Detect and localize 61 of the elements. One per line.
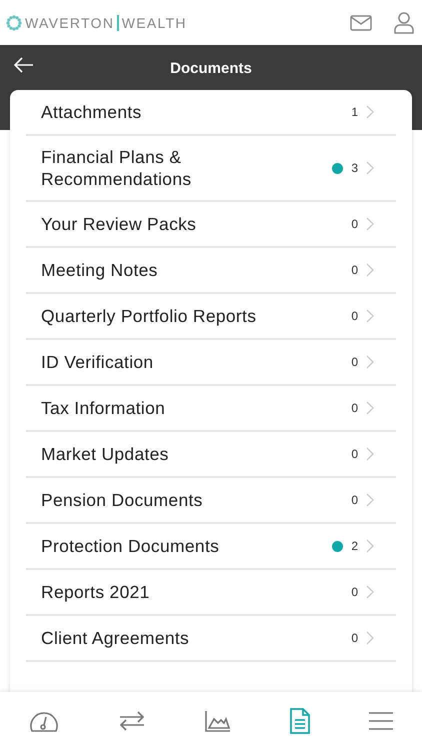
area-chart-icon (204, 710, 231, 732)
document-count: 3 (351, 161, 358, 175)
chevron-icon (366, 493, 374, 507)
document-category-item[interactable]: Meeting Notes 0 (26, 248, 396, 294)
user-icon[interactable] (394, 12, 414, 34)
document-count: 0 (351, 447, 358, 461)
page-title: Documents (170, 60, 252, 77)
chevron-icon (366, 539, 374, 553)
chevron-icon (366, 263, 374, 277)
category-label: Market Updates (41, 443, 170, 465)
document-count: 0 (351, 585, 358, 599)
document-count: 1 (351, 105, 358, 119)
document-category-item[interactable]: ID Verification 0 (26, 340, 396, 386)
category-label: Financial Plans & Recommendations (41, 146, 192, 190)
chevron-icon (366, 105, 374, 119)
category-label: Attachments (41, 101, 143, 123)
document-count: 0 (351, 631, 358, 645)
back-button[interactable] (12, 55, 36, 75)
document-icon (290, 708, 310, 734)
document-category-item[interactable]: Quarterly Portfolio Reports 0 (26, 294, 396, 340)
document-count: 0 (351, 263, 358, 277)
document-category-item[interactable]: Protection Documents 2 (26, 524, 396, 570)
category-label: Quarterly Portfolio Reports (41, 305, 258, 327)
document-category-item[interactable]: Tax Information 0 (26, 386, 396, 432)
chevron-icon (366, 585, 374, 599)
document-count: 0 (351, 355, 358, 369)
chevron-icon (366, 217, 374, 231)
document-category-item[interactable]: Market Updates 0 (26, 432, 396, 478)
category-label: Reports 2021 (41, 581, 151, 603)
document-count: 0 (351, 309, 358, 323)
category-label: Tax Information (41, 397, 166, 419)
document-count: 2 (351, 539, 358, 553)
logo-icon (6, 14, 22, 30)
document-category-item[interactable]: Reports 2021 0 (26, 570, 396, 616)
chevron-icon (366, 631, 374, 645)
category-label: Pension Documents (41, 489, 204, 511)
document-count: 0 (351, 217, 358, 231)
gauge-icon (29, 709, 60, 733)
document-category-item[interactable]: Attachments 1 (26, 90, 396, 136)
category-label: Protection Documents (41, 535, 220, 557)
menu-icon (368, 711, 393, 731)
chevron-icon (366, 447, 374, 461)
document-count: 0 (351, 401, 358, 415)
category-label: ID Verification (41, 351, 154, 373)
chevron-icon (366, 355, 374, 369)
category-label: Your Review Packs (41, 213, 198, 235)
document-category-item[interactable]: Financial Plans & Recommendations 3 (26, 136, 396, 202)
document-count: 0 (351, 493, 358, 507)
brand-name: WEALTH (122, 14, 187, 30)
back-arrow-icon (14, 57, 34, 73)
brand-name: WAVERTON (25, 14, 114, 30)
transfer-arrows-icon (118, 710, 146, 732)
category-label: Meeting Notes (41, 259, 159, 281)
category-label: Client Agreements (41, 627, 190, 649)
chevron-icon (366, 309, 374, 323)
document-category-item[interactable]: Your Review Packs 0 (26, 202, 396, 248)
mail-icon[interactable] (350, 14, 372, 30)
chevron-icon (366, 401, 374, 415)
document-category-item[interactable]: Pension Documents 0 (26, 478, 396, 524)
document-category-item[interactable]: Client Agreements 0 (26, 616, 396, 662)
chevron-icon (366, 161, 374, 175)
